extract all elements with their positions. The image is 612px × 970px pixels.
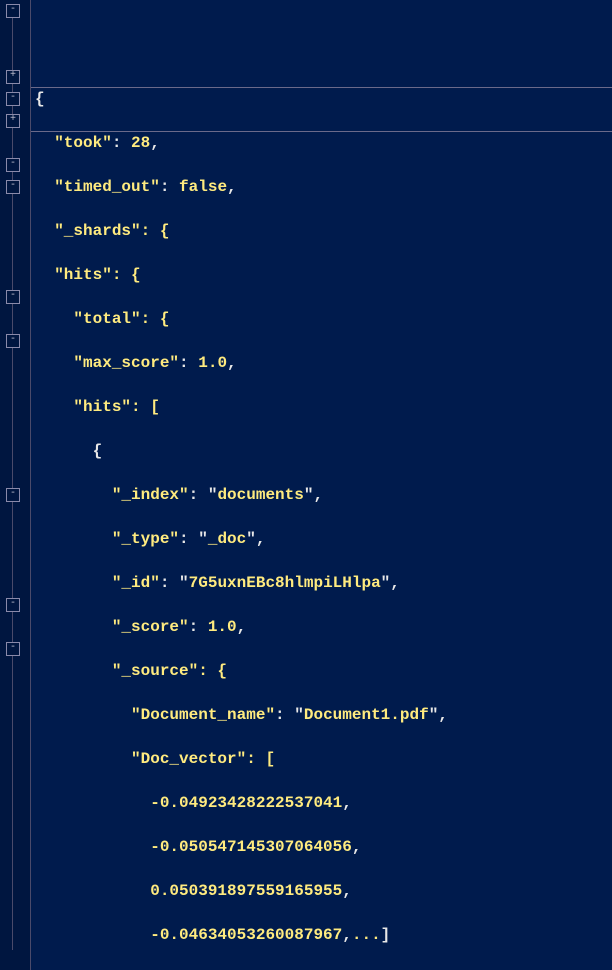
fold-toggle-icon[interactable]: - <box>6 334 20 348</box>
fold-gutter: - + - + - - - - - - - <box>0 0 31 970</box>
hit1-id: 7G5uxnEBc8hlmpiLHlpa <box>189 574 381 592</box>
fold-toggle-icon[interactable]: - <box>6 92 20 106</box>
code-line: "_shards": { <box>35 220 612 242</box>
code-line: "_id": "7G5uxnEBc8hlmpiLHlpa", <box>35 572 612 594</box>
code-line: -0.04634053260087967,...] <box>35 924 612 946</box>
hit1-vec3: -0.04634053260087967 <box>150 926 342 944</box>
total-key: "total": { <box>73 310 169 328</box>
code-line: { <box>35 88 612 110</box>
code-line: -0.04923428222537041, <box>35 792 612 814</box>
code-line: "_type": "_doc", <box>35 528 612 550</box>
fold-toggle-icon[interactable]: - <box>6 290 20 304</box>
code-line: -0.050547145307064056, <box>35 836 612 858</box>
fold-toggle-icon[interactable]: - <box>6 642 20 656</box>
fold-toggle-icon[interactable]: - <box>6 488 20 502</box>
hit1-score: 1.0 <box>208 618 237 636</box>
max-score-value: 1.0 <box>198 354 227 372</box>
hit1-source-key: "_source": { <box>112 662 227 680</box>
code-line: "Document_name": "Document1.pdf", <box>35 704 612 726</box>
hit1-vec1: -0.050547145307064056 <box>150 838 352 856</box>
code-line: "_index": "documents", <box>35 484 612 506</box>
fold-toggle-icon[interactable]: - <box>6 4 20 18</box>
hit1-index: documents <box>217 486 303 504</box>
json-editor: - + - + - - - - - - - { "took": 28, "tim… <box>0 0 612 970</box>
fold-toggle-icon[interactable]: - <box>6 180 20 194</box>
hit1-doc-name: Document1.pdf <box>304 706 429 724</box>
hit1-docvec-key: "Doc_vector": [ <box>131 750 275 768</box>
code-line: "took": 28, <box>35 132 612 154</box>
hit1-type: _doc <box>208 530 246 548</box>
code-line: "_score": 1.0, <box>35 616 612 638</box>
code-line: { <box>35 440 612 462</box>
shards-key: "_shards": { <box>54 222 169 240</box>
hit1-vec0: -0.04923428222537041 <box>150 794 342 812</box>
fold-toggle-icon[interactable]: + <box>6 70 20 84</box>
code-line: "Doc_vector": [ <box>35 748 612 770</box>
code-area[interactable]: { "took": 28, "timed_out": false, "_shar… <box>31 0 612 970</box>
took-value: 28 <box>131 134 150 152</box>
code-line: "hits": [ <box>35 396 612 418</box>
fold-toggle-icon[interactable]: - <box>6 598 20 612</box>
code-line: "max_score": 1.0, <box>35 352 612 374</box>
hits-key: "hits": { <box>54 266 140 284</box>
code-line: "hits": { <box>35 264 612 286</box>
code-line: 0.050391897559165955, <box>35 880 612 902</box>
code-line: "timed_out": false, <box>35 176 612 198</box>
code-line: "_source": { <box>35 660 612 682</box>
code-line: "total": { <box>35 308 612 330</box>
hits-array-key: "hits": [ <box>73 398 159 416</box>
hit1-vec2: 0.050391897559165955 <box>150 882 342 900</box>
timed-out-value: false <box>179 178 227 196</box>
fold-toggle-icon[interactable]: + <box>6 114 20 128</box>
fold-toggle-icon[interactable]: - <box>6 158 20 172</box>
